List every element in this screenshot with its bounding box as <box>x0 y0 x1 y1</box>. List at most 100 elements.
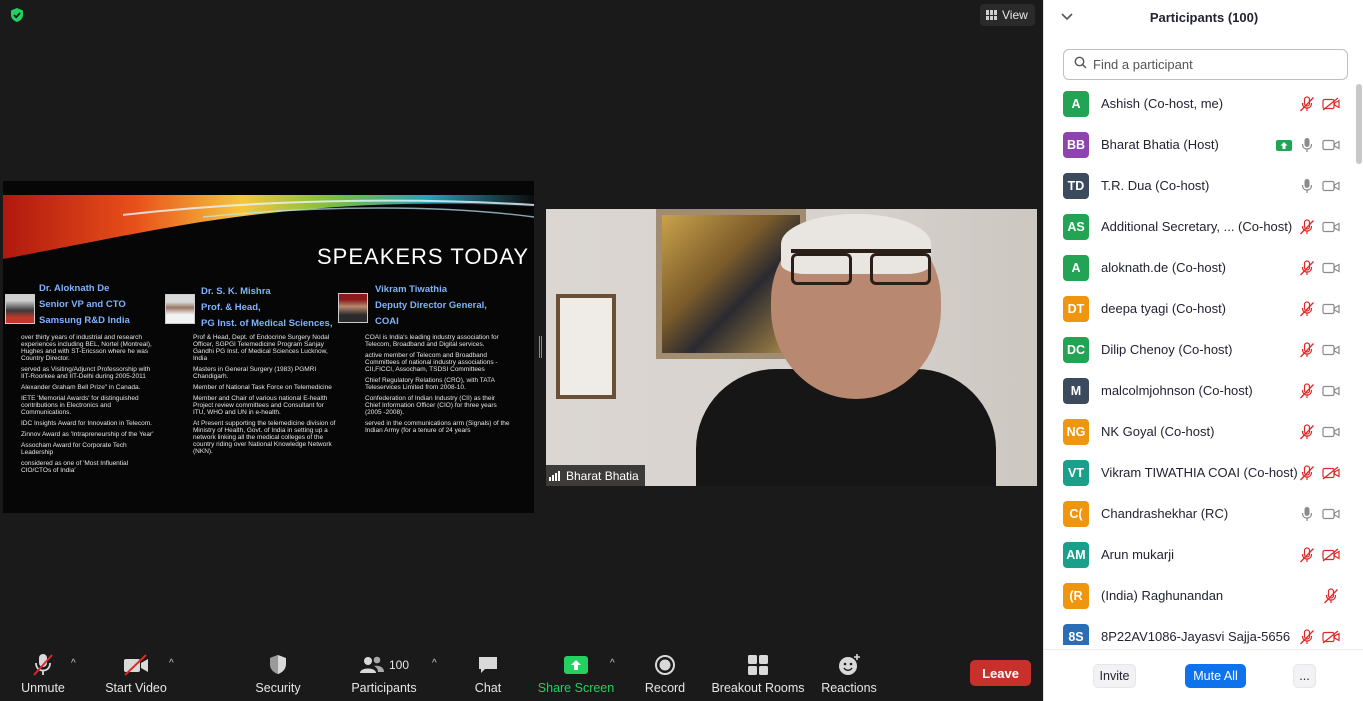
video-camera-icon[interactable] <box>1322 300 1340 318</box>
participant-row[interactable]: C(Chandrashekhar (RC) <box>1044 493 1354 534</box>
participants-label: Participants <box>351 681 417 695</box>
security-button[interactable]: Security <box>248 646 308 701</box>
avatar: AS <box>1063 213 1089 240</box>
unmute-button[interactable]: Unmute <box>12 646 74 701</box>
participant-row[interactable]: DC Dilip Chenoy (Co-host) <box>1044 329 1354 370</box>
participant-row[interactable]: AM Arun mukarji <box>1044 534 1354 575</box>
muted-microphone-icon[interactable] <box>1298 341 1316 359</box>
avatar: VT <box>1063 459 1089 486</box>
muted-microphone-icon[interactable] <box>1298 464 1316 482</box>
video-camera-icon[interactable] <box>1322 177 1340 195</box>
muted-microphone-icon[interactable] <box>1322 587 1340 605</box>
muted-microphone-icon[interactable] <box>1298 95 1316 113</box>
meeting-stage: View SPEAKERS TODAY Dr. Aloknath De Seni… <box>0 0 1043 701</box>
more-options-button[interactable]: ... <box>1293 664 1316 688</box>
participant-row[interactable]: Mmalcolmjohnson (Co-host) <box>1044 370 1354 411</box>
signal-strength-icon <box>549 470 560 481</box>
video-off-icon[interactable] <box>1322 95 1340 113</box>
participant-row[interactable]: Aaloknath.de (Co-host) <box>1044 247 1354 288</box>
video-camera-icon[interactable] <box>1322 382 1340 400</box>
muted-microphone-icon[interactable] <box>1298 546 1316 564</box>
participant-row[interactable]: NG NK Goyal (Co-host) <box>1044 411 1354 452</box>
speaker-org: PG Inst. of Medical Sciences, <box>201 318 333 329</box>
participant-list-scrollbar[interactable] <box>1356 84 1362 164</box>
start-video-button[interactable]: Start Video <box>100 646 172 701</box>
chat-bubble-icon <box>476 652 500 678</box>
speaker-bio: over thirty years of industrial and rese… <box>21 334 154 474</box>
video-camera-icon[interactable] <box>1322 218 1340 236</box>
speaker-role: Deputy Director General, <box>375 300 487 311</box>
avatar: AM <box>1063 541 1089 568</box>
participants-count: 100 <box>388 658 410 672</box>
meeting-toolbar: Unmute ^ Start Video ^ Security 100 Part… <box>0 646 1043 701</box>
chat-button[interactable]: Chat <box>466 646 510 701</box>
participant-search-input[interactable] <box>1093 57 1333 72</box>
avatar: M <box>1063 377 1089 404</box>
audio-options-chevron-icon[interactable]: ^ <box>71 658 76 669</box>
speaker-video-tile[interactable]: Bharat Bhatia <box>546 209 1037 486</box>
muted-microphone-icon[interactable] <box>1298 382 1316 400</box>
muted-microphone-icon[interactable] <box>1298 423 1316 441</box>
participant-row[interactable]: BB Bharat Bhatia (Host) <box>1044 124 1354 165</box>
security-shield-icon <box>267 652 289 678</box>
microphone-icon[interactable] <box>1298 177 1316 195</box>
record-label: Record <box>644 681 686 695</box>
video-participant-name: Bharat Bhatia <box>566 468 639 483</box>
participants-button[interactable]: 100 Participants <box>348 646 420 701</box>
participant-row[interactable]: 8S 8P22AV1086-Jayasvi Sajja-5656 <box>1044 616 1354 645</box>
participant-search-box[interactable] <box>1063 49 1348 80</box>
invite-button[interactable]: Invite <box>1093 664 1136 688</box>
breakout-rooms-grid-icon <box>747 652 769 678</box>
participant-row[interactable]: TD T.R. Dua (Co-host) <box>1044 165 1354 206</box>
muted-microphone-icon[interactable] <box>1298 300 1316 318</box>
video-person-glasses <box>791 249 931 285</box>
video-camera-icon[interactable] <box>1322 136 1340 154</box>
view-button[interactable]: View <box>980 4 1035 26</box>
video-camera-icon[interactable] <box>1322 423 1340 441</box>
participant-row[interactable]: VT Vikram TIWATHIA COAI (Co-host) <box>1044 452 1354 493</box>
video-camera-icon[interactable] <box>1322 341 1340 359</box>
participants-panel-header: Participants (100) <box>1044 0 1363 36</box>
video-camera-icon[interactable] <box>1322 259 1340 277</box>
share-options-chevron-icon[interactable]: ^ <box>610 658 615 669</box>
muted-microphone-icon[interactable] <box>1298 259 1316 277</box>
avatar: NG <box>1063 418 1089 445</box>
leave-button[interactable]: Leave <box>970 660 1031 686</box>
participants-panel: Participants (100) A Ashish (Co-host, me)… <box>1043 0 1363 701</box>
avatar: 8S <box>1063 623 1089 645</box>
video-name-tag: Bharat Bhatia <box>546 465 645 486</box>
participant-name: Bharat Bhatia (Host) <box>1101 137 1219 152</box>
muted-microphone-icon[interactable] <box>1298 628 1316 645</box>
speaker-bio: COAI is India's leading industry associa… <box>365 334 510 434</box>
mute-all-button[interactable]: Mute All <box>1185 664 1246 688</box>
participant-name: (India) Raghunandan <box>1101 588 1224 603</box>
participant-name: NK Goyal (Co-host) <box>1101 424 1215 439</box>
share-screen-button[interactable]: Share Screen <box>538 646 614 701</box>
participant-name: Chandrashekhar (RC) <box>1101 506 1229 521</box>
muted-microphone-icon[interactable] <box>1298 218 1316 236</box>
speaker-name: Dr. S. K. Mishra <box>201 286 271 297</box>
video-camera-icon[interactable] <box>1322 505 1340 523</box>
video-off-icon[interactable] <box>1322 546 1340 564</box>
participants-options-chevron-icon[interactable]: ^ <box>432 658 437 669</box>
participant-row[interactable]: A Ashish (Co-host, me) <box>1044 83 1354 124</box>
reactions-button[interactable]: Reactions <box>820 646 878 701</box>
muted-microphone-icon <box>31 652 55 678</box>
encryption-shield-icon[interactable] <box>9 7 25 23</box>
video-off-icon[interactable] <box>1322 464 1340 482</box>
view-label: View <box>1002 8 1028 22</box>
participant-row[interactable]: AS Additional Secretary, ... (Co-host) <box>1044 206 1354 247</box>
video-off-icon[interactable] <box>1322 628 1340 645</box>
breakout-rooms-button[interactable]: Breakout Rooms <box>711 646 805 701</box>
microphone-icon[interactable] <box>1298 505 1316 523</box>
participant-row[interactable]: DT deepa tyagi (Co-host) <box>1044 288 1354 329</box>
reactions-smiley-icon <box>837 652 861 678</box>
video-options-chevron-icon[interactable]: ^ <box>169 658 174 669</box>
record-button[interactable]: Record <box>641 646 689 701</box>
microphone-icon[interactable] <box>1298 136 1316 154</box>
record-icon <box>654 652 676 678</box>
speaker-org: Samsung R&D India <box>39 315 130 326</box>
participant-row[interactable]: (R (India) Raghunandan <box>1044 575 1354 616</box>
participant-name: T.R. Dua (Co-host) <box>1101 178 1210 193</box>
split-view-divider-handle[interactable] <box>539 336 542 358</box>
